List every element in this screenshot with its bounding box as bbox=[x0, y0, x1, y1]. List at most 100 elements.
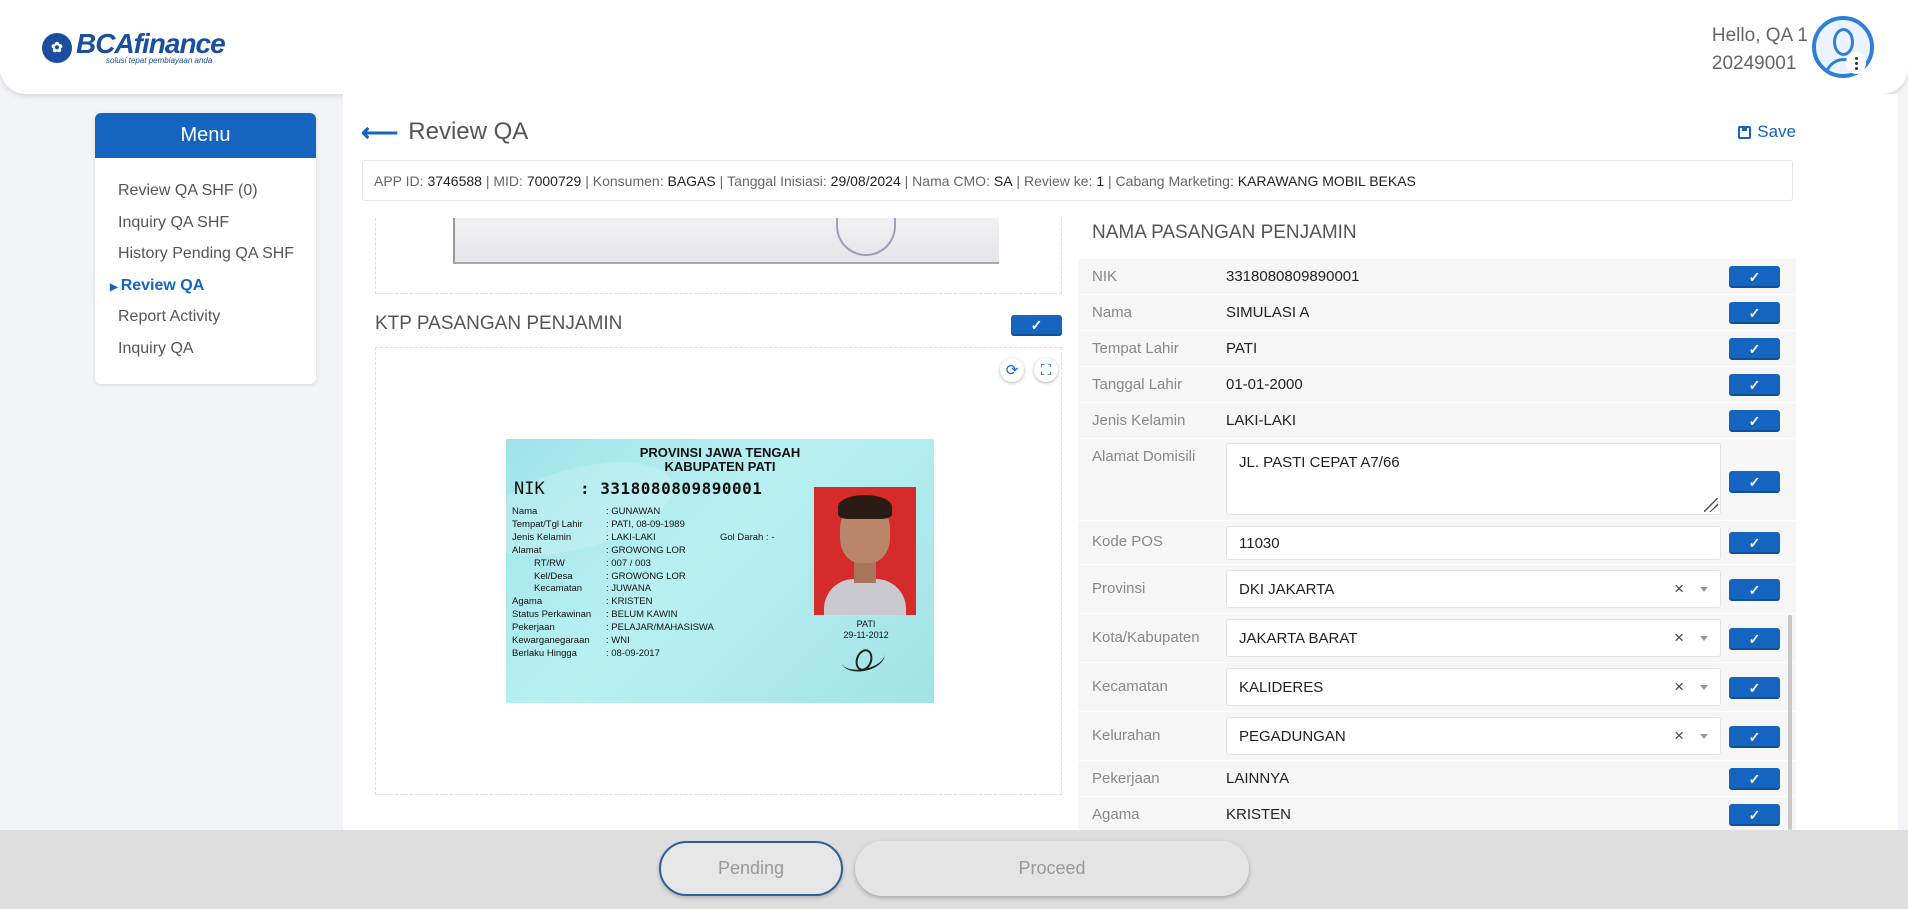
nik-label: NIK bbox=[1092, 268, 1118, 285]
pekerjaan-label: Pekerjaan bbox=[1092, 770, 1160, 787]
nama-value: SIMULASI A bbox=[1226, 304, 1310, 321]
check-icon: ✓ bbox=[1748, 581, 1761, 598]
kecamatan-select[interactable]: KALIDERES × bbox=[1226, 668, 1721, 706]
agama-verify-checkbox[interactable]: ✓ bbox=[1729, 804, 1780, 826]
provinsi-select[interactable]: DKI JAKARTA × bbox=[1226, 570, 1721, 608]
ktp-issued-date: 29-11-2012 bbox=[843, 630, 889, 640]
kelurahan-verify-checkbox[interactable]: ✓ bbox=[1729, 726, 1780, 748]
check-icon: ✓ bbox=[1748, 473, 1761, 490]
check-icon: ✓ bbox=[1748, 268, 1761, 285]
alamat-verify-checkbox[interactable]: ✓ bbox=[1729, 471, 1780, 493]
user-info: Hello, QA 1 20249001 bbox=[1712, 22, 1808, 78]
clear-icon[interactable]: × bbox=[1674, 726, 1684, 746]
tempat-lahir-verify-checkbox[interactable]: ✓ bbox=[1729, 338, 1780, 360]
jenis-kelamin-verify-checkbox[interactable]: ✓ bbox=[1729, 410, 1780, 432]
ktp-image-viewer: ⟳ ⛶ PROVINSI JAWA TENGAH KABUPATEN PATI … bbox=[375, 347, 1062, 795]
form-row-kota: Kota/Kabupaten JAKARTA BARAT × ✓ bbox=[1078, 614, 1796, 663]
tempat-lahir-label: Tempat Lahir bbox=[1092, 340, 1179, 357]
check-icon: ✓ bbox=[1748, 679, 1761, 696]
user-avatar-icon[interactable] bbox=[1812, 16, 1874, 78]
ktp-province: PROVINSI JAWA TENGAH bbox=[639, 445, 801, 460]
user-greeting: Hello, QA 1 bbox=[1711, 25, 1808, 46]
tanggal-lahir-verify-checkbox[interactable]: ✓ bbox=[1729, 374, 1780, 396]
mid: 7000729 bbox=[526, 172, 582, 189]
check-icon: ✓ bbox=[1748, 304, 1761, 321]
form-row-tanggal-lahir: Tanggal Lahir 01-01-2000 ✓ bbox=[1078, 367, 1796, 403]
ktp-nik: : 3318080809890001 bbox=[580, 479, 763, 498]
clear-icon[interactable]: × bbox=[1674, 579, 1684, 599]
nik-verify-checkbox[interactable]: ✓ bbox=[1729, 266, 1780, 288]
tanggal-lahir-value: 01-01-2000 bbox=[1226, 376, 1303, 393]
provinsi-label: Provinsi bbox=[1092, 580, 1146, 597]
ktp-regency: KABUPATEN PATI bbox=[664, 459, 776, 474]
agama-value: KRISTEN bbox=[1226, 806, 1292, 823]
rotate-icon[interactable]: ⟳ bbox=[1000, 358, 1024, 382]
konsumen: BAGAS bbox=[667, 172, 716, 189]
sidebar-item-inquiry-qa[interactable]: Inquiry QA bbox=[118, 338, 316, 370]
caret-right-icon: ▶ bbox=[110, 281, 118, 293]
kota-verify-checkbox[interactable]: ✓ bbox=[1729, 628, 1780, 650]
clear-icon[interactable]: × bbox=[1674, 628, 1684, 648]
form-row-nama: Nama SIMULASI A ✓ bbox=[1078, 295, 1796, 331]
check-icon: ✓ bbox=[1748, 340, 1761, 357]
app-id: 3746588 bbox=[427, 172, 482, 189]
chevron-down-icon[interactable] bbox=[1700, 586, 1708, 592]
resize-handle-icon[interactable] bbox=[1704, 498, 1718, 512]
sidebar-item-review-qa-shf[interactable]: Review QA SHF (0) bbox=[118, 180, 316, 212]
check-icon: ✓ bbox=[1748, 806, 1761, 823]
ktp-verify-checkbox[interactable]: ✓ bbox=[1011, 315, 1062, 336]
fullscreen-icon[interactable]: ⛶ bbox=[1034, 358, 1058, 382]
sidebar-item-review-qa[interactable]: ▶ Review QA bbox=[110, 275, 316, 307]
bca-finance-logo[interactable]: ✿ BCAfinance solusi tepat pembiayaan and… bbox=[42, 28, 226, 65]
kode-pos-input[interactable]: 11030 bbox=[1226, 526, 1721, 560]
form-row-alamat-domisili: Alamat Domisili JL. PASTI CEPAT A7/66 ✓ bbox=[1078, 439, 1796, 521]
sidebar-item-inquiry-qa-shf[interactable]: Inquiry QA SHF bbox=[118, 212, 316, 244]
pekerjaan-verify-checkbox[interactable]: ✓ bbox=[1729, 768, 1780, 790]
ktp-issued-place: PATI bbox=[856, 619, 876, 629]
agama-label: Agama bbox=[1092, 806, 1140, 823]
clear-icon[interactable]: × bbox=[1674, 677, 1684, 697]
review-ke: 1 bbox=[1096, 172, 1105, 189]
provinsi-verify-checkbox[interactable]: ✓ bbox=[1729, 579, 1780, 601]
kode-pos-verify-checkbox[interactable]: ✓ bbox=[1729, 532, 1780, 554]
proceed-button[interactable]: Proceed bbox=[855, 841, 1249, 896]
nama-cmo: SA bbox=[993, 172, 1013, 189]
user-id: 20249001 bbox=[1711, 53, 1797, 74]
sidebar-title: Menu bbox=[95, 113, 316, 158]
sidebar-item-history-pending-qa-shf[interactable]: History Pending QA SHF bbox=[118, 243, 316, 275]
chevron-down-icon[interactable] bbox=[1700, 733, 1708, 739]
form-scrollbar[interactable] bbox=[1788, 615, 1792, 830]
chevron-down-icon[interactable] bbox=[1700, 684, 1708, 690]
check-icon: ✓ bbox=[1748, 728, 1761, 745]
kecamatan-verify-checkbox[interactable]: ✓ bbox=[1729, 677, 1780, 699]
kelurahan-select[interactable]: PEGADUNGAN × bbox=[1226, 717, 1721, 755]
nama-verify-checkbox[interactable]: ✓ bbox=[1729, 302, 1780, 324]
kota-select[interactable]: JAKARTA BARAT × bbox=[1226, 619, 1721, 657]
jenis-kelamin-label: Jenis Kelamin bbox=[1092, 412, 1186, 429]
ktp-fields: Nama: GUNAWAN Tempat/Tgl Lahir: PATI, 08… bbox=[512, 506, 714, 659]
arrow-left-icon[interactable]: ⟵ bbox=[361, 119, 398, 145]
form-row-kode-pos: Kode POS 11030 ✓ bbox=[1078, 521, 1796, 565]
nama-label: Nama bbox=[1092, 304, 1133, 321]
form-title: NAMA PASANGAN PENJAMIN bbox=[1092, 222, 1357, 243]
ktp-section-title: KTP PASANGAN PENJAMIN bbox=[375, 313, 623, 334]
sidebar-item-report-activity[interactable]: Report Activity bbox=[118, 306, 316, 338]
alamat-domisili-textarea[interactable]: JL. PASTI CEPAT A7/66 bbox=[1226, 443, 1721, 515]
kecamatan-label: Kecamatan bbox=[1092, 678, 1168, 695]
pending-button[interactable]: Pending bbox=[659, 841, 843, 896]
logo-text: BCAfinance bbox=[76, 28, 226, 59]
form-row-nik: NIK 3318080809890001 ✓ bbox=[1078, 259, 1796, 295]
chevron-down-icon[interactable] bbox=[1700, 635, 1708, 641]
tempat-lahir-value: PATI bbox=[1226, 340, 1258, 357]
more-options-icon[interactable] bbox=[1846, 52, 1866, 74]
page-title: Review QA bbox=[408, 118, 529, 145]
pekerjaan-value: LAINNYA bbox=[1226, 770, 1290, 787]
form-row-tempat-lahir: Tempat Lahir PATI ✓ bbox=[1078, 331, 1796, 367]
check-icon: ✓ bbox=[1030, 317, 1043, 333]
alamat-domisili-label: Alamat Domisili bbox=[1092, 448, 1196, 465]
check-icon: ✓ bbox=[1748, 630, 1761, 647]
sidebar-item-label: Review QA bbox=[120, 276, 205, 294]
logo-tagline: solusi tepat pembiayaan anda bbox=[106, 56, 213, 65]
ktp-card-image: PROVINSI JAWA TENGAH KABUPATEN PATI NIK … bbox=[506, 439, 934, 703]
save-button[interactable]: Save bbox=[1738, 122, 1796, 142]
